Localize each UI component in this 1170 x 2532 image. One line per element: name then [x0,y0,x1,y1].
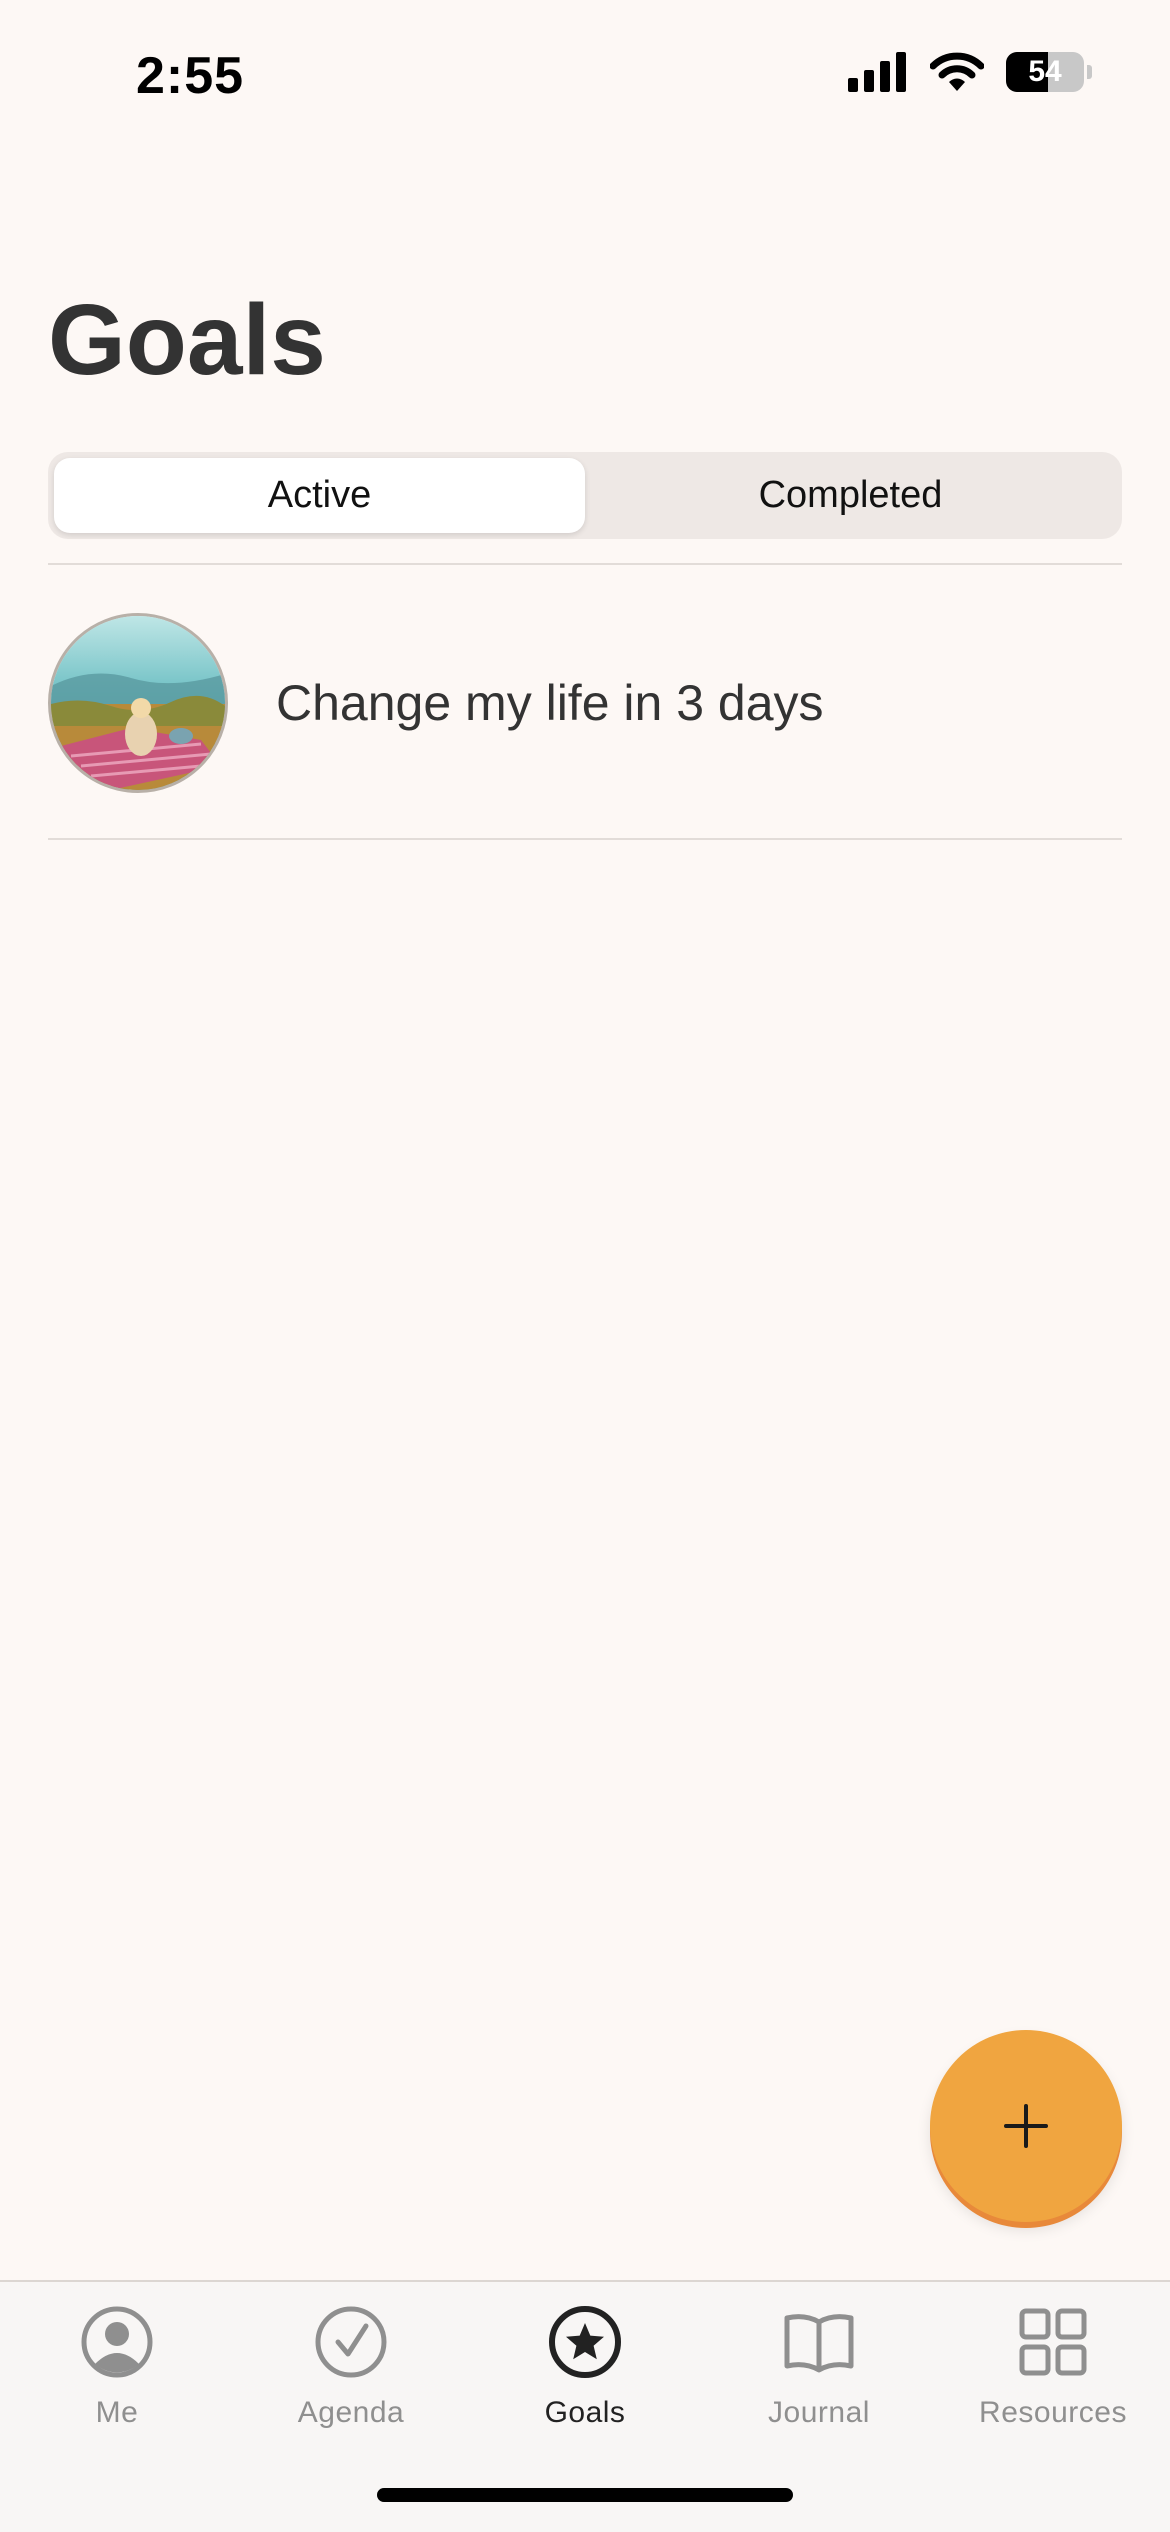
tab-resources-label: Resources [979,2396,1127,2429]
status-bar: 2:55 54 [0,0,1170,150]
tab-me-label: Me [95,2396,139,2429]
tab-agenda-label: Agenda [297,2396,405,2429]
list-top-divider [48,563,1122,565]
book-icon [784,2314,854,2373]
tab-agenda[interactable]: Agenda [234,2282,468,2462]
segment-active-label: Active [267,474,372,516]
tab-goals[interactable]: Goals [468,2282,702,2462]
tab-resources[interactable]: Resources [936,2282,1170,2462]
wifi-icon [930,52,984,91]
cellular-signal-icon [848,52,906,92]
goal-title: Change my life in 3 days [276,675,824,731]
tab-goals-label: Goals [544,2396,626,2429]
check-circle-icon [315,2306,387,2378]
segment-active[interactable]: Active [54,458,585,533]
battery-nub [1087,65,1092,79]
battery-level: 54 [1028,55,1062,88]
segment-completed[interactable]: Completed [585,458,1116,533]
tab-me[interactable]: Me [0,2282,234,2462]
goal-list-item[interactable]: Change my life in 3 days [48,566,1122,840]
status-time: 2:55 [136,47,245,105]
grid-icon [1019,2308,1087,2376]
goal-status-segmented-control: Active Completed [48,452,1122,539]
home-indicator [377,2488,793,2502]
person-icon [81,2306,153,2378]
battery-icon: 54 [1006,52,1084,92]
plus-icon [1004,2104,1048,2148]
goal-image [48,613,228,793]
page-title: Goals [48,284,326,396]
add-goal-button[interactable] [930,2030,1122,2222]
tab-journal[interactable]: Journal [702,2282,936,2462]
status-icons: 54 [848,52,1092,92]
list-bottom-divider [48,838,1122,840]
segment-completed-label: Completed [758,474,943,516]
star-circle-icon [549,2306,621,2378]
tab-journal-label: Journal [768,2396,870,2429]
